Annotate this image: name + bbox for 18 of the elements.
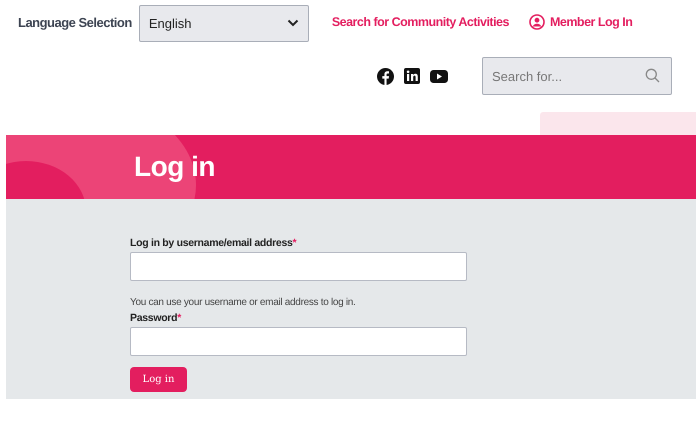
community-search-link[interactable]: Search for Community Activities (332, 15, 509, 29)
member-login-link[interactable]: Member Log In (528, 14, 632, 30)
input-field[interactable] (130, 327, 467, 356)
field-label: Password* (130, 312, 182, 324)
language-select[interactable]: English (138, 4, 309, 42)
language-label: Language Selection (18, 14, 132, 30)
user-icon (528, 14, 545, 30)
chevron-down-icon (286, 19, 299, 27)
linkedin-icon[interactable] (404, 68, 420, 84)
video-play-icon[interactable] (430, 70, 448, 82)
field-label: Log in by username/email address* (130, 237, 298, 249)
facebook-icon[interactable] (377, 68, 394, 84)
search-field[interactable]: Search for... (482, 57, 672, 95)
page-title: Log in (134, 151, 215, 183)
search-icon (645, 68, 660, 83)
help-text: You can use your username or email address to log in. (130, 297, 357, 308)
login-button[interactable]: Log in (130, 367, 187, 392)
input-field[interactable] (130, 252, 467, 281)
